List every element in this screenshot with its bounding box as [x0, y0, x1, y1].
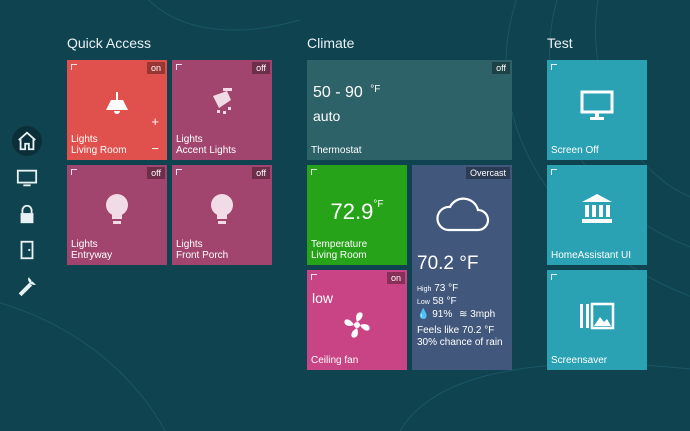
fan-speed: low: [312, 290, 334, 306]
bank-icon: [582, 194, 612, 223]
tile-type-label: Lights: [71, 239, 98, 250]
tile-name-label: Living Room: [71, 145, 127, 156]
home-icon: [18, 131, 36, 151]
tile-name-label: Entryway: [71, 250, 113, 261]
corner-marker: [71, 64, 77, 70]
group-title-climate: Climate: [307, 35, 355, 51]
wind-value: 3mph: [470, 309, 496, 320]
tile-temperature[interactable]: 72.9°F Temperature Living Room: [307, 165, 407, 265]
humidity-icon: 💧: [417, 309, 430, 320]
tile-name-label: Front Porch: [176, 250, 229, 261]
weather-condition-badge: Overcast: [465, 167, 510, 179]
thermostat-mode: auto: [313, 108, 341, 124]
state-badge: on: [386, 272, 405, 284]
nav-home-button[interactable]: [12, 126, 42, 156]
tile-homeassistant-ui[interactable]: HomeAssistant UI: [547, 165, 647, 265]
tile-weather[interactable]: Overcast 70.2 °F High 73 °F Low 58 °F 💧 …: [412, 165, 512, 370]
corner-marker: [551, 64, 557, 70]
low-value: 58 °F: [432, 296, 457, 307]
group-title-quick-access: Quick Access: [67, 35, 152, 51]
tile-lights-front-porch[interactable]: off Lights Front Porch: [172, 165, 272, 265]
tile-thermostat[interactable]: off 50 - 90 °F auto Thermostat: [307, 60, 512, 160]
tile-screen-off[interactable]: Screen Off: [547, 60, 647, 160]
ceiling-lamp-icon: [106, 92, 128, 114]
humidity-value: 91%: [432, 309, 453, 320]
corner-marker: [311, 274, 317, 280]
tile-screensaver[interactable]: Screensaver: [547, 270, 647, 370]
tile-type-label: Lights: [176, 239, 203, 250]
tile-type-label: Temperature: [311, 239, 368, 250]
rain-chance: 30% chance of rain: [417, 337, 503, 348]
tile-lights-entryway[interactable]: off Lights Entryway: [67, 165, 167, 265]
corner-marker: [71, 169, 77, 175]
monitor-icon: [580, 90, 614, 120]
wrench-icon: [18, 277, 36, 297]
image-gallery-icon: [580, 302, 615, 330]
wind-icon: ≋: [459, 309, 468, 320]
lightbulb-icon: [106, 194, 128, 224]
tile-type-label: Lights: [176, 134, 203, 145]
nav-settings-button[interactable]: [12, 271, 42, 301]
brightness-up-button[interactable]: +: [151, 115, 159, 128]
tile-lights-living-room[interactable]: on + − Lights Living Room: [67, 60, 167, 160]
nav-lock-button[interactable]: [12, 199, 42, 229]
state-badge: off: [147, 167, 165, 179]
tile-name-label: Ceiling fan: [311, 355, 359, 366]
weather-temperature: 70.2 °F: [417, 253, 479, 274]
tile-name-label: Thermostat: [311, 145, 362, 156]
lightbulb-icon: [211, 194, 233, 224]
corner-marker: [311, 169, 317, 175]
low-label: Low: [417, 299, 430, 306]
lock-icon: [20, 204, 34, 224]
temperature-value: 72.9: [330, 199, 374, 224]
screen-icon: [16, 169, 38, 187]
door-icon: [20, 240, 34, 260]
tile-ceiling-fan[interactable]: on low Ceiling fan: [307, 270, 407, 370]
group-title-test: Test: [547, 35, 573, 51]
tile-name-label: Living Room: [311, 250, 367, 261]
tile-name-label: Screen Off: [551, 145, 599, 156]
state-badge: on: [146, 62, 165, 74]
cloud-icon: [436, 197, 490, 232]
state-badge: off: [492, 62, 510, 74]
corner-marker: [551, 274, 557, 280]
state-badge: off: [252, 167, 270, 179]
corner-marker: [176, 169, 182, 175]
tile-name-label: Accent Lights: [176, 145, 237, 156]
brightness-down-button[interactable]: −: [151, 142, 159, 155]
thermostat-range: 50 - 90: [313, 84, 363, 101]
corner-marker: [176, 64, 182, 70]
temperature-unit: °F: [373, 199, 384, 210]
corner-marker: [551, 169, 557, 175]
tile-name-label: HomeAssistant UI: [551, 250, 632, 261]
thermostat-unit: °F: [370, 84, 381, 95]
tile-type-label: Lights: [71, 134, 98, 145]
state-badge: off: [252, 62, 270, 74]
tile-name-label: Screensaver: [551, 355, 608, 366]
high-label: High: [417, 286, 432, 293]
nav-door-button[interactable]: [12, 235, 42, 265]
high-value: 73 °F: [434, 283, 459, 294]
feels-like: Feels like 70.2 °F: [417, 325, 495, 336]
tile-lights-accent[interactable]: off Lights Accent Lights: [172, 60, 272, 160]
fan-icon: [344, 312, 370, 338]
spotlight-icon: [213, 88, 232, 114]
nav-screen-button[interactable]: [12, 163, 42, 193]
